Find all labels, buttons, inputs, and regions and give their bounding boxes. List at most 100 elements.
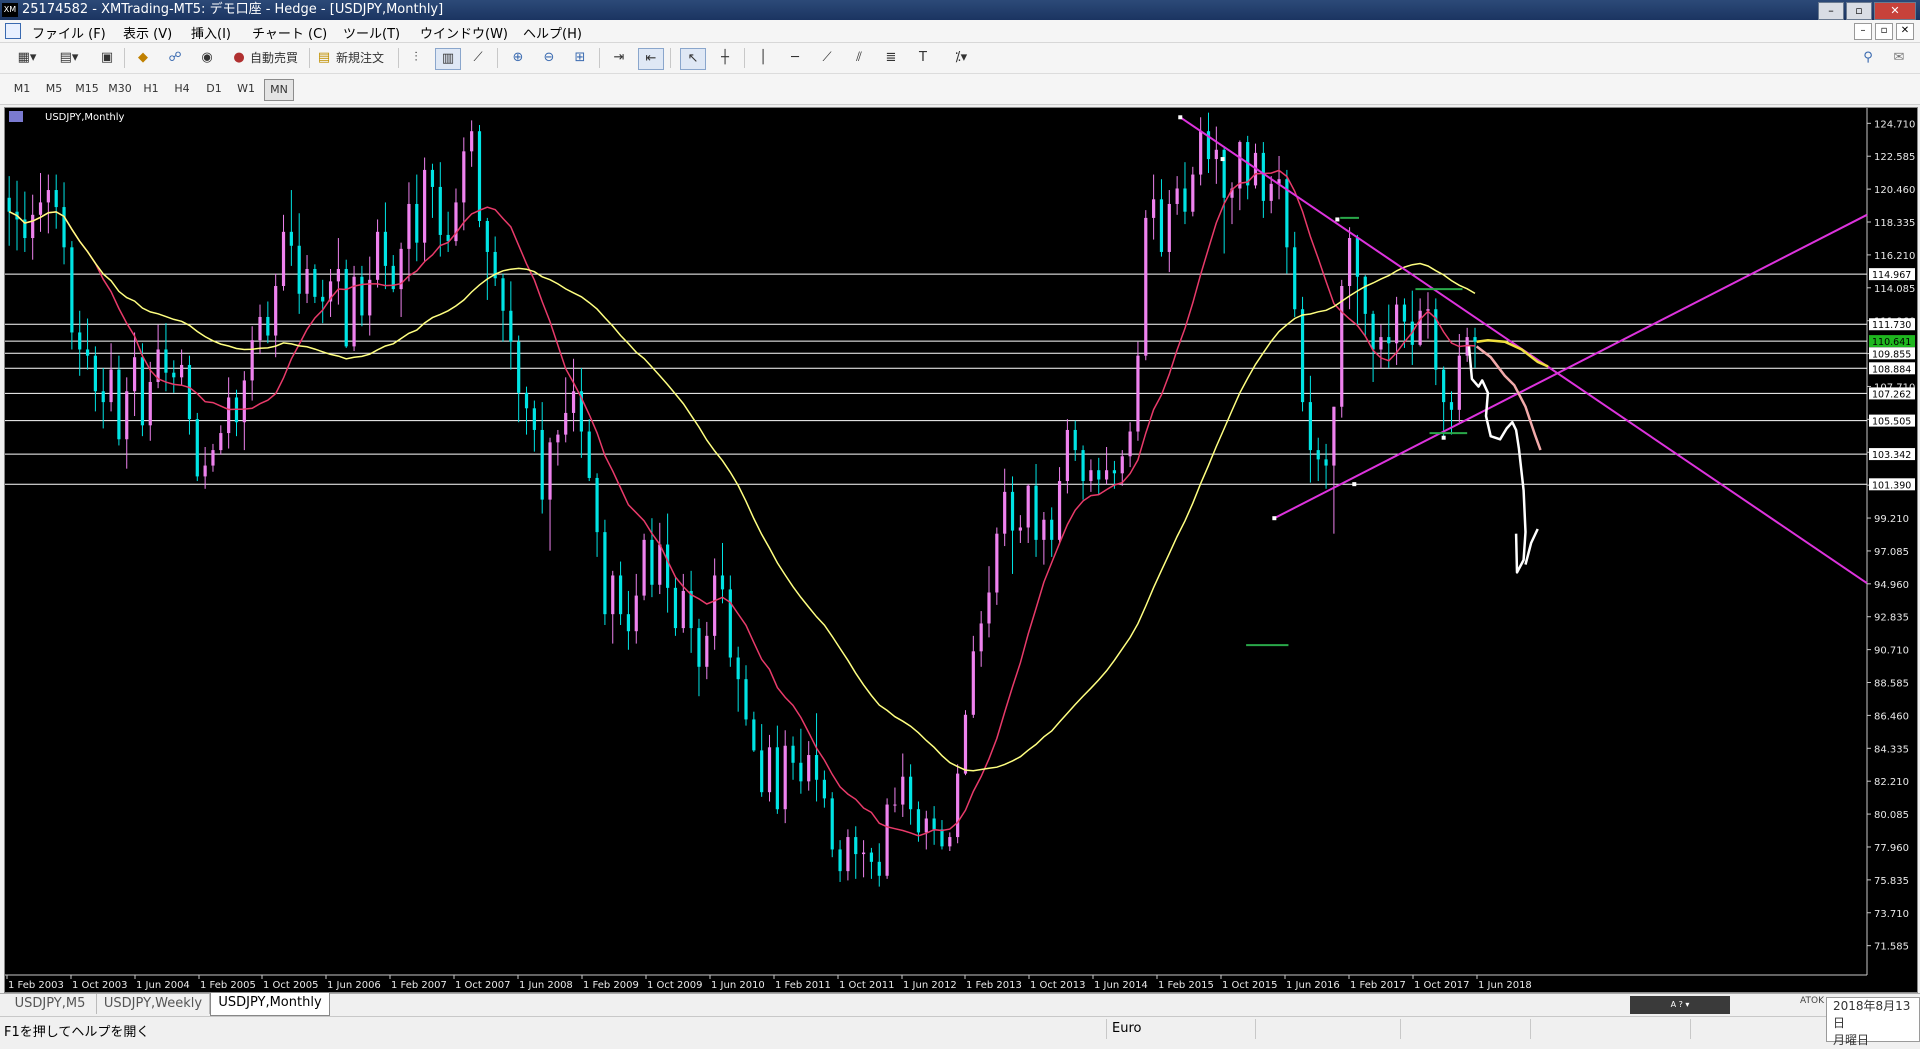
tab-usdjpy-weekly[interactable]: USDJPY,Weekly	[97, 994, 210, 1014]
minimize-button[interactable]: –	[1818, 2, 1844, 20]
search-icon[interactable]: ⚲	[1858, 48, 1878, 68]
taskbar-clock[interactable]: 2018年8月13日 月曜日	[1826, 997, 1920, 1047]
menu-insert[interactable]: 挿入(I)	[191, 23, 231, 42]
candle-body	[987, 592, 991, 624]
mdi-close-button[interactable]: ✕	[1896, 23, 1914, 40]
timeframe-d1[interactable]: D1	[200, 79, 228, 99]
ime-toolbar[interactable]: A ? ▾	[1630, 996, 1730, 1014]
candle-body	[1332, 406, 1336, 466]
trendline-anchor	[1335, 217, 1340, 222]
close-button[interactable]: ✕	[1874, 2, 1916, 20]
candle-body	[736, 657, 740, 680]
candlestick-chart-icon[interactable]: ▥	[435, 48, 461, 70]
candle-body	[689, 590, 693, 629]
vertical-line-icon[interactable]: │	[752, 48, 774, 68]
window-titlebar: XM 25174582 - XMTrading-MT5: デモ口座 - Hedg…	[0, 0, 1920, 20]
timeframe-m15[interactable]: M15	[71, 79, 103, 99]
menu-help[interactable]: ヘルプ(H)	[523, 23, 582, 42]
new-chart-icon[interactable]: ▦▾	[10, 48, 44, 68]
cursor-icon[interactable]: ↖	[680, 48, 706, 70]
mdi-minimize-button[interactable]: –	[1854, 23, 1872, 40]
profiles-icon[interactable]: ▤▾	[52, 48, 86, 68]
candle-body	[1128, 431, 1132, 457]
fibonacci-icon[interactable]: ≣	[880, 48, 902, 68]
timeframe-m30[interactable]: M30	[104, 79, 136, 99]
candle-body	[430, 169, 435, 187]
candle-body	[838, 849, 842, 872]
candle-body	[666, 544, 670, 588]
bar-chart-icon[interactable]: ⫶	[405, 48, 427, 68]
candle-body	[1222, 149, 1226, 198]
timeframe-w1[interactable]: W1	[232, 79, 260, 99]
auto-trading-button[interactable]: 自動売買	[250, 48, 306, 68]
candle-body	[109, 369, 113, 403]
chart-shift-icon[interactable]: ⇤	[638, 48, 664, 70]
zoom-in-icon[interactable]: ⊕	[507, 48, 529, 68]
equidistant-channel-icon[interactable]: ⫽	[848, 48, 870, 68]
candle-body	[1042, 519, 1046, 540]
candle-body	[462, 151, 466, 203]
mdi-restore-button[interactable]: ▫	[1875, 23, 1893, 40]
chart-window[interactable]: 124.710 122.585 120.460 118.335 116.210 114.0…	[4, 107, 1918, 993]
candle-body	[1324, 459, 1328, 466]
price-tick-label: 88.585	[1874, 679, 1909, 690]
tab-usdjpy-m5[interactable]: USDJPY,M5	[4, 994, 97, 1014]
menu-window[interactable]: ウインドウ(W)	[420, 23, 508, 42]
price-tick-label: 77.960	[1874, 843, 1909, 854]
auto-scroll-icon[interactable]: ⇥	[608, 48, 630, 68]
menu-tools[interactable]: ツール(T)	[343, 23, 400, 42]
candle-body	[93, 355, 97, 392]
candle-body	[180, 364, 184, 378]
templates-icon[interactable]: ▣	[96, 48, 118, 68]
candle-body	[62, 207, 66, 248]
candle-body	[305, 268, 309, 294]
crosshair-icon[interactable]: ┼	[714, 48, 736, 68]
candle-body	[132, 357, 137, 392]
timeframe-m5[interactable]: M5	[40, 79, 68, 99]
candle-body	[101, 391, 105, 403]
market-watch-icon[interactable]: ◆	[132, 48, 154, 68]
new-order-icon[interactable]: ▤	[314, 48, 334, 68]
signals-icon[interactable]: ◉	[196, 48, 218, 68]
time-tick-label: 1 Jun 2004	[136, 980, 190, 991]
chart-window-icon[interactable]	[5, 23, 21, 39]
menu-file[interactable]: ファイル (F)	[32, 23, 106, 42]
new-order-button[interactable]: 新規注文	[336, 48, 392, 68]
tile-windows-icon[interactable]: ⊞	[569, 48, 591, 68]
menu-chart[interactable]: チャート (C)	[252, 23, 327, 42]
timeframe-m1[interactable]: M1	[8, 79, 36, 99]
timeframe-mn[interactable]: MN	[264, 79, 294, 101]
auto-trading-icon[interactable]: ●	[229, 48, 249, 68]
zoom-out-icon[interactable]: ⊖	[538, 48, 560, 68]
candle-body	[587, 431, 591, 478]
maximize-button[interactable]: ▫	[1846, 2, 1872, 20]
candle-body	[603, 532, 607, 615]
candle-body	[1159, 199, 1164, 252]
price-tick-label: 90.710	[1874, 646, 1909, 657]
chat-icon[interactable]: ✉	[1888, 48, 1910, 68]
candle-body	[164, 349, 168, 373]
horizontal-line-icon[interactable]: ─	[784, 48, 806, 68]
price-line-label: 111.730	[1872, 320, 1911, 331]
line-chart-icon[interactable]: ⟋	[467, 48, 489, 68]
candle-body	[1010, 491, 1015, 531]
trendline-icon[interactable]: ⟋	[816, 48, 838, 68]
ime-indicator[interactable]: ATOK	[1800, 996, 1824, 1006]
window-title: 25174582 - XMTrading-MT5: デモ口座 - Hedge -…	[22, 2, 444, 17]
price-tick-label: 94.960	[1874, 580, 1909, 591]
timeframe-h1[interactable]: H1	[137, 79, 165, 99]
navigator-icon[interactable]: ☍	[164, 48, 186, 68]
price-chart[interactable]: 124.710 122.585 120.460 118.335 116.210 114.0…	[5, 108, 1917, 992]
candle-body	[775, 747, 779, 810]
tab-usdjpy-monthly[interactable]: USDJPY,Monthly	[210, 993, 330, 1016]
shapes-dropdown-icon[interactable]: ⁒▾	[944, 48, 978, 68]
candle-body	[618, 575, 623, 615]
candle-body	[540, 429, 544, 500]
candle-body	[1214, 149, 1218, 160]
menu-view[interactable]: 表示 (V)	[123, 23, 172, 42]
price-line-label: 114.967	[1872, 270, 1911, 281]
text-icon[interactable]: T	[912, 48, 934, 68]
timeframe-h4[interactable]: H4	[168, 79, 196, 99]
candle-body	[1089, 470, 1093, 482]
candle-body	[1379, 337, 1383, 350]
